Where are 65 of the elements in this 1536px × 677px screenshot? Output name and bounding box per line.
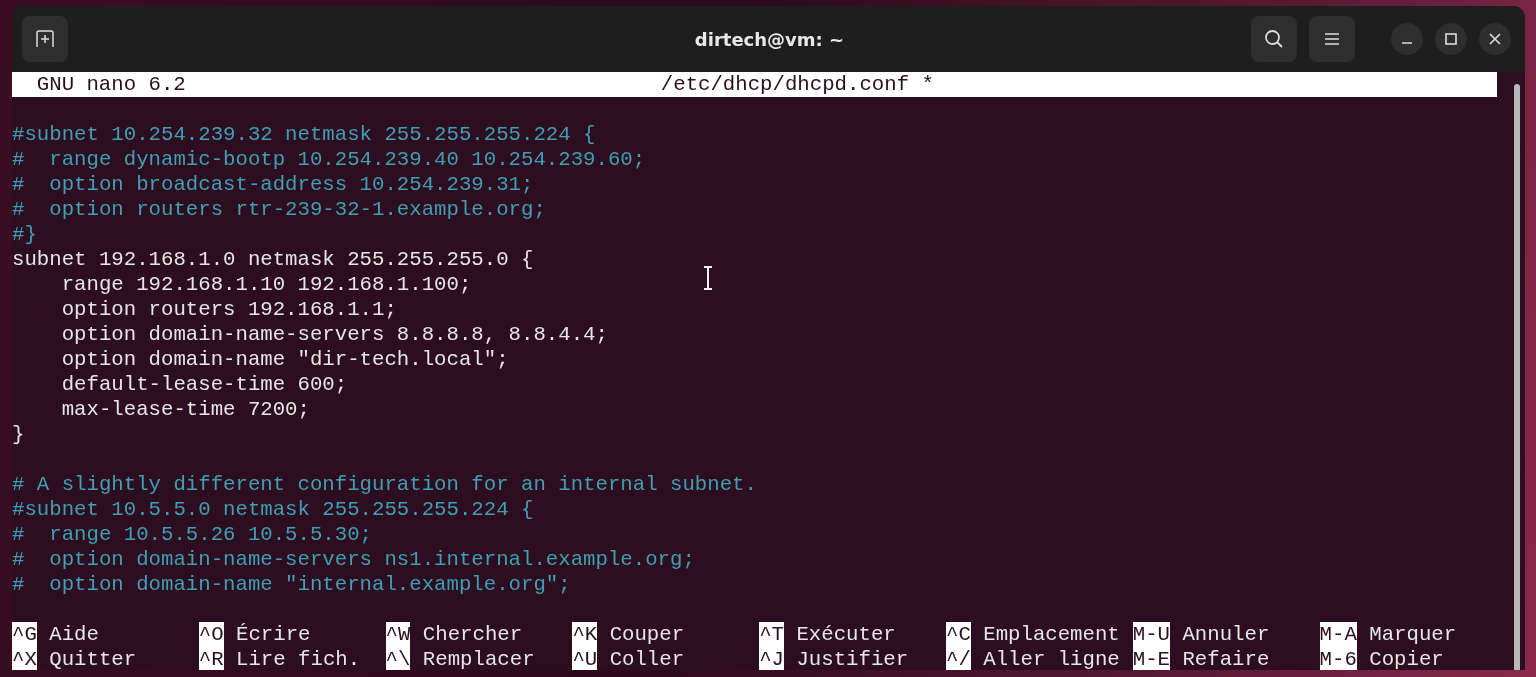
shortcut-key: M-E — [1132, 647, 1171, 670]
code-comment: #subnet 10.254.239.32 netmask 255.255.255.224 { — [12, 123, 596, 146]
shortcut-label: Copier — [1369, 647, 1444, 670]
shortcut-key: ^X — [12, 647, 37, 670]
shortcut-label: Chercher — [422, 622, 523, 647]
code-line: max-lease-time 7200; — [60, 398, 310, 421]
code-comment: # option routers rtr-239-32-1.example.org; — [12, 198, 546, 221]
menu-icon — [1324, 32, 1340, 46]
close-button[interactable] — [1479, 23, 1511, 55]
shortcut-key: ^W — [385, 622, 411, 647]
shortcut-label: Remplacer — [422, 647, 535, 670]
search-icon — [1264, 29, 1284, 49]
code-comment: # A slightly different configuration for an internal subnet. — [12, 473, 757, 496]
close-icon — [1489, 33, 1501, 45]
shortcut-label: Refaire — [1182, 647, 1270, 670]
maximize-button[interactable] — [1435, 23, 1467, 55]
shortcut-label: Aide — [49, 622, 99, 647]
shortcut-label: Annuler — [1182, 622, 1270, 647]
text-cursor-icon — [702, 266, 714, 290]
shortcut-key: ^J — [759, 647, 785, 670]
shortcut-key: ^T — [759, 622, 785, 647]
shortcut-key: ^O — [198, 622, 224, 647]
search-button[interactable] — [1251, 16, 1297, 62]
code-line: subnet 192.168.1.0 netmask 255.255.255.0 { — [12, 248, 534, 271]
shortcut-key: ^/ — [946, 647, 971, 670]
menu-button[interactable] — [1309, 16, 1355, 62]
shortcut-key: ^\ — [385, 647, 411, 670]
shortcut-key: M-6 — [1319, 647, 1357, 670]
code-comment: #subnet 10.5.5.0 netmask 255.255.255.224 { — [12, 498, 534, 521]
minimize-icon — [1402, 42, 1412, 44]
shortcut-key: ^K — [572, 622, 598, 647]
shortcut-label: Exécuter — [796, 622, 896, 647]
shortcut-label: Écrire — [236, 622, 311, 647]
code-comment: #} — [12, 223, 37, 246]
shortcut-label: Coller — [609, 647, 685, 670]
code-comment: # option domain-name-servers ns1.internal.example.org; — [12, 548, 695, 571]
shortcut-key: ^U — [572, 647, 598, 670]
code-line: range 192.168.1.10 192.168.1.100; — [60, 273, 472, 296]
code-comment: # range dynamic-bootp 10.254.239.40 10.254.239.60; — [12, 148, 646, 171]
shortcut-key: ^R — [198, 647, 224, 670]
window-title: dirtech@vm: ~ — [693, 28, 846, 50]
code-line: } — [12, 423, 25, 446]
shortcut-key: M-A — [1319, 622, 1357, 647]
shortcut-label: Lire fich. — [236, 647, 361, 670]
shortcut-label: Couper — [609, 622, 685, 647]
code-comment: # option broadcast-address 10.254.239.31; — [12, 173, 534, 196]
code-comment: # range 10.5.5.26 10.5.5.30; — [12, 523, 373, 546]
file-name: /etc/dhcp/dhcpd.conf * — [660, 72, 934, 97]
shortcut-label: Aller ligne — [983, 647, 1120, 670]
code-line: default-lease-time 600; — [60, 373, 348, 396]
shortcut-label: Justifier — [796, 647, 909, 670]
shortcut-label: Quitter — [49, 647, 137, 670]
shortcut-key: M-U — [1132, 622, 1171, 647]
new-tab-button[interactable] — [22, 16, 68, 62]
code-line: option domain-name-servers 8.8.8.8, 8.8.4.4; — [60, 323, 608, 346]
shortcut-label: Marquer — [1369, 622, 1457, 647]
nano-version: GNU nano 6.2 — [36, 72, 187, 97]
code-line: option domain-name "dir-tech.local"; — [60, 348, 509, 371]
shortcut-key: ^C — [946, 622, 971, 647]
maximize-icon — [1445, 33, 1457, 45]
new-tab-icon — [35, 30, 55, 48]
shortcut-label: Emplacement — [983, 622, 1120, 647]
shortcut-key: ^G — [12, 622, 37, 647]
code-comment: # option domain-name "internal.example.org"; — [12, 573, 571, 596]
code-line: option routers 192.168.1.1; — [60, 298, 397, 321]
